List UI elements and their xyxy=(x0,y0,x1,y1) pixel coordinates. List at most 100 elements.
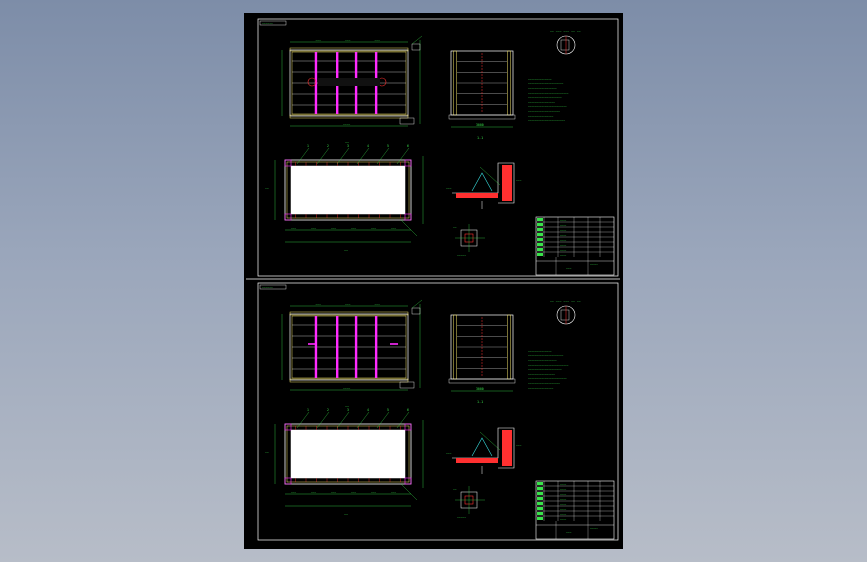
leader-line xyxy=(396,411,410,429)
title-block-text: ~~~~ xyxy=(560,483,567,486)
plan-corner-post xyxy=(284,213,292,221)
detail-hatch-floor xyxy=(456,458,498,463)
plan-corner-post xyxy=(284,423,292,431)
note-line: ~~~~~~~~~~~~~~~~~~~ xyxy=(528,109,560,113)
plan-corner-post xyxy=(284,159,292,167)
title-block-text: ~~~~~ xyxy=(590,263,598,266)
elevation-bracket xyxy=(411,43,421,51)
leader-line xyxy=(479,166,501,186)
detail-bracket xyxy=(471,437,493,457)
drawing-lower: ~~~~~~~~~ ~~~ ~~~~~~~ 30001-1~~ ~~~ ~~~ ~~ … xyxy=(259,284,615,540)
title-block-cell xyxy=(537,248,543,251)
elevation-dark-band xyxy=(318,78,380,86)
note-line: ~~~~~~~~~~~~~~~~~~~~~ xyxy=(528,82,564,86)
detail-text: ~~~ xyxy=(446,186,452,190)
dim-text: ~~~~ xyxy=(343,386,350,390)
leader-line xyxy=(479,431,501,451)
title-block-text: ~~~~ xyxy=(560,229,567,232)
title-block-text: ~~~~ xyxy=(560,249,567,252)
title-block-name: ~~~ xyxy=(566,530,572,534)
title-block-cell xyxy=(537,243,543,246)
dim-text: ~~~ xyxy=(375,302,381,306)
dim-text: ~~~ xyxy=(331,226,336,230)
leader-line xyxy=(400,219,418,237)
plan-section-callout: ~~ xyxy=(345,141,349,145)
leader-line xyxy=(376,411,390,429)
elevation-foot xyxy=(399,117,415,125)
note-line: ~~~~~~~~~~~~~~~~~ xyxy=(528,358,557,362)
title-block-cell xyxy=(537,487,543,490)
note-line: ~~~~~~~~~~~~~~~~~ xyxy=(528,86,557,90)
dim-text: ~~~ xyxy=(316,302,322,306)
plan-side-label: ~~ xyxy=(265,451,269,455)
dim-text: ~~~ xyxy=(345,302,351,306)
detail-hatch-floor xyxy=(456,193,498,198)
note-line: ~~~~~~~~~~~~~~~~~~~~~~~ xyxy=(528,105,567,109)
elevation-top-rail xyxy=(289,47,409,52)
title-block-cell xyxy=(537,218,543,221)
dim-text: ~~~ xyxy=(351,490,356,494)
detail-hatch-wall xyxy=(502,430,512,466)
title-block-cell xyxy=(537,253,543,256)
note-line: ~~~~~~~~~~~~~~~~~~~~~~~~ xyxy=(528,91,569,95)
section-base xyxy=(448,114,516,120)
leader-number: 2 xyxy=(327,408,329,412)
elevation-top-rail xyxy=(289,311,409,316)
leader-line xyxy=(296,411,310,429)
plan-corner-post xyxy=(404,213,412,221)
section-dim-text: 3000 xyxy=(476,387,484,391)
cad-viewport[interactable]: ~~~~~~ ~~~ ~~~ ~~~ ~~~~ 3000 1-1 ~~ ~~~ ~~~ ~~ … xyxy=(0,0,867,562)
notes-heading: ~~ ~~~ ~~~ ~~ ~~ xyxy=(550,30,581,34)
note-line: ~~~~~~~~~~~~~~~ xyxy=(528,386,554,390)
title-block-text: ~~~~ xyxy=(560,224,567,227)
drawing-tag-text: ~~~~~~ xyxy=(262,22,273,26)
note-line: ~~~~~~~~~~~~~~~~~~~~~~~~ xyxy=(528,363,569,367)
leader-number: 5 xyxy=(387,144,389,148)
detail-text: ~~~ xyxy=(446,451,452,455)
plan-inner-area xyxy=(290,165,406,215)
sheet-border-upper xyxy=(257,18,619,277)
note-line: ~~~~~~~~~~~~~~ xyxy=(528,77,552,81)
drawing-tag-text: ~~~~~~ xyxy=(262,286,273,290)
title-block xyxy=(535,216,615,276)
dim-text: ~~~ xyxy=(331,490,336,494)
title-block-cell xyxy=(537,228,543,231)
leader-number: 5 xyxy=(387,408,389,412)
title-block-text: ~~~~~ xyxy=(590,527,598,530)
title-block-text: ~~~~ xyxy=(560,254,567,257)
leader-line xyxy=(336,411,350,429)
leader-line xyxy=(356,411,370,429)
title-block-text: ~~~~ xyxy=(560,508,567,511)
plan-label: ~~ xyxy=(344,513,348,517)
elevation-bottom-rail xyxy=(289,114,409,119)
sheet-border-lower xyxy=(257,282,619,541)
title-block-cell xyxy=(537,223,543,226)
leader-line xyxy=(316,411,330,429)
note-line: ~~~~~~~~~~~~~~~~~~~~ xyxy=(528,367,562,371)
leader-line xyxy=(316,147,330,165)
note-line: ~~~~~~~~~~~~~~~~ xyxy=(528,372,555,376)
leader-number: 4 xyxy=(367,408,369,412)
dim-text: ~~~ xyxy=(391,226,396,230)
leader-line xyxy=(356,147,370,165)
section-label: 1-1 xyxy=(477,136,483,140)
detail-bracket xyxy=(471,172,493,192)
dim-text: ~~~ xyxy=(316,38,322,42)
title-block-text: ~~~~ xyxy=(560,498,567,501)
section-dim-text: 3000 xyxy=(476,123,484,127)
dim-text: ~~~ xyxy=(375,38,381,42)
pin-detail-text: ~~ xyxy=(453,487,457,491)
leader-number: 6 xyxy=(407,144,409,148)
section-post xyxy=(507,50,511,116)
pin-detail-caption: ~~~~~ xyxy=(457,253,466,257)
title-block-text: ~~~~ xyxy=(560,513,567,516)
note-line: ~~~~~~~~~~~~~~~~~~~~~~~ xyxy=(528,377,567,381)
plan-inner-area xyxy=(290,429,406,479)
title-block-text: ~~~~ xyxy=(560,518,567,521)
detail-hatch-wall xyxy=(502,165,512,201)
title-block-name: ~~~ xyxy=(566,266,572,270)
section-post xyxy=(453,314,457,380)
elevation-bottom-rail xyxy=(289,378,409,383)
dim-text: ~~~ xyxy=(311,490,316,494)
title-block xyxy=(535,480,615,540)
